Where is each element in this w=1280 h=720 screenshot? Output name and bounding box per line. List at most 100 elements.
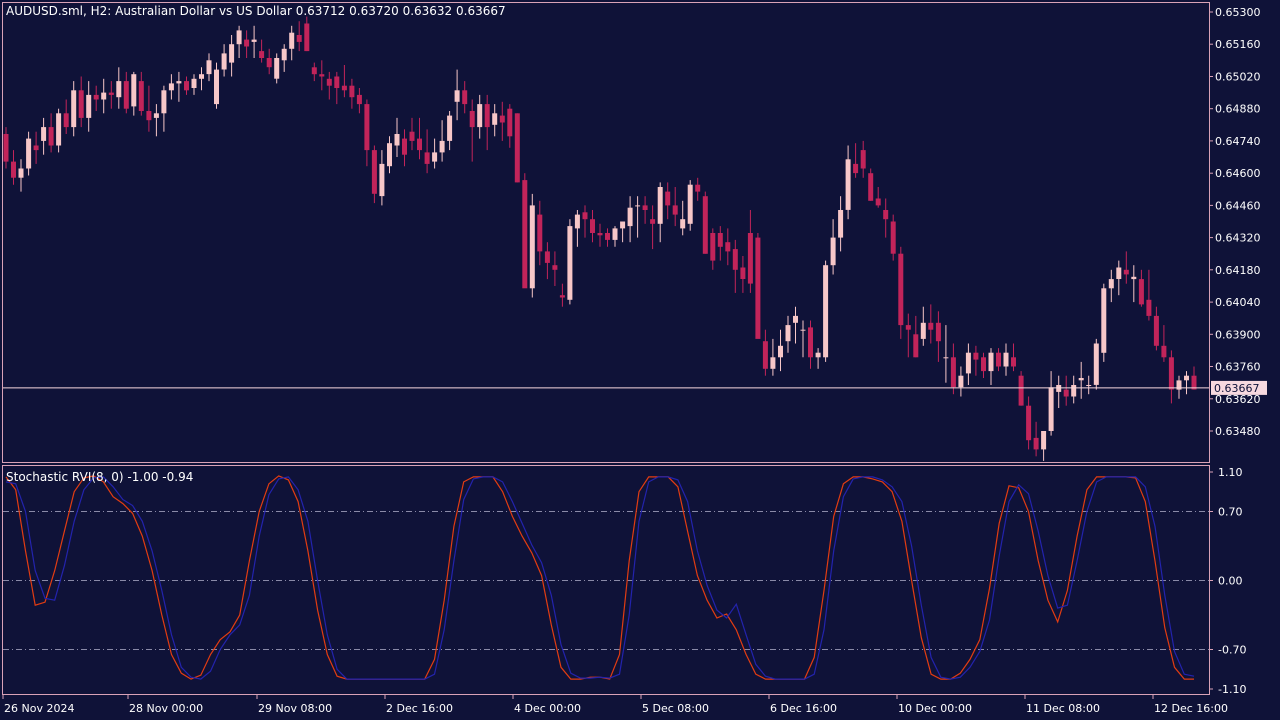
indicator-tick-label: 0.70 (1218, 506, 1243, 519)
candle (687, 180, 693, 231)
candle-body-bull (439, 140, 445, 153)
candle-body-bull (793, 315, 798, 323)
candle-body-bull (214, 69, 219, 105)
time-tick-label: 5 Dec 08:00 (642, 702, 709, 715)
candle-body-bull (838, 210, 844, 238)
candle-body-bear (123, 81, 129, 109)
candle-body-bull (1056, 385, 1062, 392)
candle-body-bear (740, 267, 746, 279)
candle-body-bull (86, 94, 92, 118)
candle-body-bear (349, 85, 355, 98)
candle-body-bull (153, 113, 159, 118)
candle-body-bear (665, 191, 671, 206)
candle-body-bear (409, 131, 415, 141)
candle-body-bull (454, 90, 460, 102)
candle-body-bear (582, 212, 588, 220)
candle-body-bull (1131, 276, 1137, 280)
candle (868, 168, 874, 201)
candle-body-bear (334, 76, 340, 88)
candle-body-bear (1033, 437, 1039, 450)
candle-body-bear (63, 113, 69, 128)
current-price-badge: 0.63667 (1211, 380, 1267, 395)
candle-body-bull (965, 352, 971, 374)
candle-body-bull (958, 375, 964, 388)
candle-body-bear (514, 113, 520, 183)
time-tick-label: 26 Nov 2024 (4, 702, 74, 715)
candle-body-bear (3, 134, 9, 162)
candle-body-bull (281, 48, 287, 61)
candle-body-bull (1071, 385, 1077, 397)
candle-body-bear (484, 104, 490, 128)
candle-body-bear (552, 265, 558, 270)
candle-body-bear (755, 237, 761, 339)
candle-body-bear (883, 210, 889, 220)
candle (1018, 371, 1024, 406)
time-tick-label: 28 Nov 00:00 (129, 702, 203, 715)
candle-body-bear (259, 51, 265, 58)
candle (1093, 338, 1099, 390)
candle-body-bull (1048, 387, 1054, 431)
indicator-tick-label: 0.00 (1218, 575, 1243, 588)
indicator-tick-label: -0.70 (1218, 644, 1246, 657)
candle-body-bull (830, 237, 836, 266)
chart-title: AUDUSD.sml, H2: Australian Dollar vs US … (6, 4, 506, 18)
candle-body-bull (168, 83, 174, 91)
candle-body-bull (657, 187, 663, 224)
candle-body-bull (845, 159, 851, 210)
candle-body-bear (1011, 357, 1016, 367)
candle-body-bull (251, 39, 257, 42)
candle-body-bear (650, 219, 656, 224)
candle-body-bear (311, 67, 317, 75)
candle-body-bear (364, 104, 370, 151)
price-tick-label: 0.64740 (1215, 135, 1261, 148)
candle-body-bull (131, 74, 137, 107)
candle (522, 173, 528, 289)
candle-body-bear (48, 127, 54, 146)
candle-body-bull (191, 78, 197, 88)
indicator-tick-label: -1.10 (1218, 683, 1246, 696)
candle-body-bull (627, 207, 633, 227)
candle-body-bear (1168, 357, 1174, 390)
candle-body-bear (11, 161, 16, 178)
price-tick-label: 0.63760 (1215, 361, 1261, 374)
price-tick-label: 0.64040 (1215, 296, 1261, 309)
price-tick-label: 0.65160 (1215, 38, 1261, 51)
candle-body-bull (1086, 385, 1092, 386)
candle-body-bull (620, 221, 626, 229)
candle-body-bull (477, 104, 483, 128)
candle-body-bear (1063, 389, 1069, 397)
candle-body-bull (612, 228, 618, 240)
candle-body-bull (221, 53, 227, 70)
time-tick-label: 11 Dec 08:00 (1026, 702, 1100, 715)
candle-body-bear (304, 23, 310, 52)
candle-body-bear (1161, 345, 1167, 358)
candle-body-bull (176, 81, 182, 84)
candle-body-bull (800, 329, 806, 331)
candle-body-bear (78, 90, 84, 118)
candle-body-bull (770, 357, 776, 369)
candle-body-bear (462, 90, 468, 105)
candle-body-bear (33, 145, 39, 151)
candle-body-bull (815, 352, 821, 358)
candle-body-bull (1101, 288, 1107, 353)
candle-body-bear (93, 94, 99, 100)
candle-body-bull (387, 143, 392, 167)
candle-body-bull (778, 345, 783, 358)
price-tick-label: 0.64600 (1215, 167, 1261, 180)
price-tick-label: 0.63480 (1215, 425, 1261, 438)
candle-body-bear (371, 150, 377, 194)
candle-body-bear (537, 214, 543, 252)
candle-body-bear (402, 138, 407, 155)
candle-body-bear (1146, 299, 1152, 316)
price-tick-label: 0.64880 (1215, 103, 1261, 116)
candle-body-bull (379, 163, 385, 197)
candle-body-bear (1153, 315, 1159, 346)
candle-body-bull (71, 90, 77, 128)
candle-body-bull (529, 205, 535, 289)
candle (567, 219, 573, 305)
candle-body-bull (567, 226, 573, 300)
candle-body-bull (988, 352, 994, 372)
time-tick-label: 6 Dec 16:00 (770, 702, 837, 715)
candle-body-bull (236, 30, 242, 45)
candle-body-bear (725, 242, 731, 252)
